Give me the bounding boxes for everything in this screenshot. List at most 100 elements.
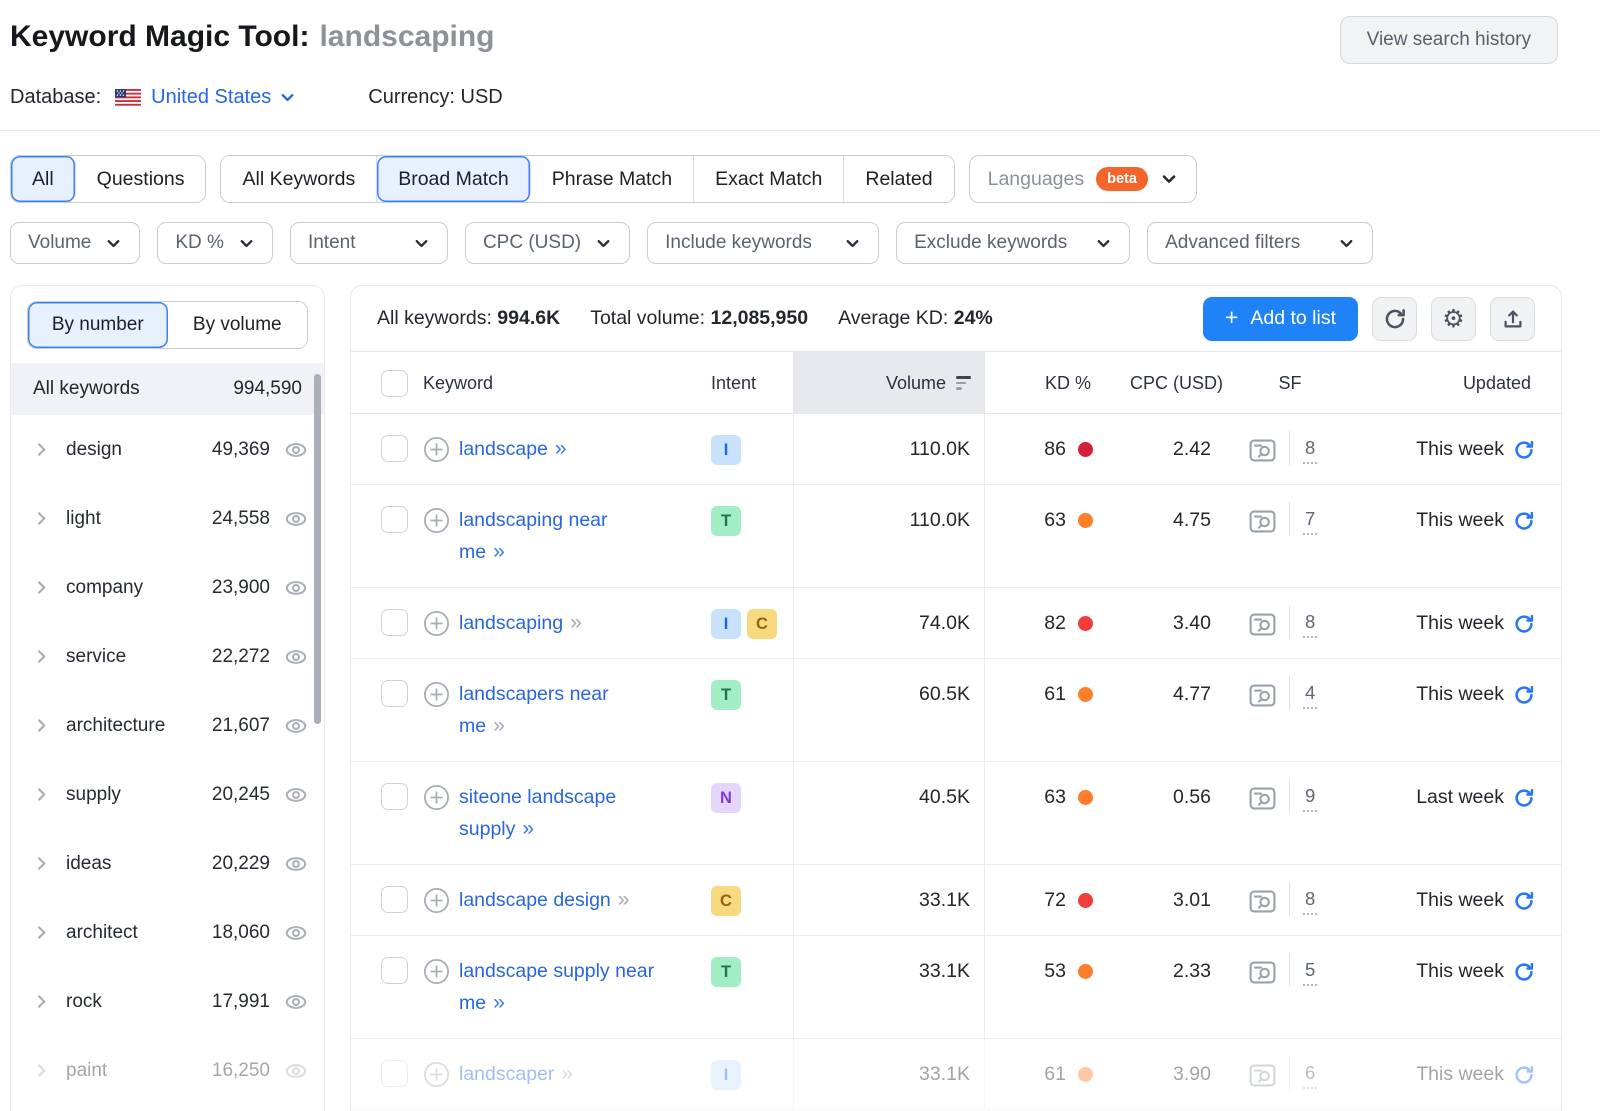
keyword-group-row[interactable]: supply 20,245	[11, 760, 324, 829]
eye-icon[interactable]	[284, 921, 308, 945]
sf-count[interactable]: 4	[1303, 682, 1317, 709]
refresh-button[interactable]	[1372, 297, 1417, 341]
keyword-link[interactable]: siteone landscape supply	[459, 786, 616, 840]
eye-icon[interactable]	[284, 783, 308, 807]
refresh-keyword-icon[interactable]	[1513, 961, 1535, 983]
sf-count[interactable]: 8	[1303, 437, 1317, 464]
column-header-sf[interactable]: SF	[1235, 352, 1345, 414]
refresh-keyword-icon[interactable]	[1513, 787, 1535, 809]
intent-filter[interactable]: Intent	[290, 222, 448, 264]
keyword-group-row[interactable]: design 49,369	[11, 415, 324, 484]
advanced-filters[interactable]: Advanced filters	[1147, 222, 1373, 264]
tab-exact-match[interactable]: Exact Match	[694, 156, 844, 202]
eye-icon[interactable]	[284, 1059, 308, 1083]
serp-features-icon[interactable]	[1249, 786, 1276, 811]
keyword-group-row[interactable]: company 23,900	[11, 553, 324, 622]
eye-icon[interactable]	[284, 507, 308, 531]
add-keyword-icon[interactable]	[423, 958, 450, 985]
column-header-keyword[interactable]: Keyword	[423, 352, 709, 414]
serp-features-icon[interactable]	[1249, 960, 1276, 985]
eye-icon[interactable]	[284, 852, 308, 876]
add-keyword-icon[interactable]	[423, 1061, 450, 1088]
chevron-right-icon[interactable]	[33, 924, 50, 941]
row-checkbox[interactable]	[381, 783, 408, 810]
keyword-group-row[interactable]: paint 16,250	[11, 1036, 324, 1105]
tab-by-volume[interactable]: By volume	[168, 302, 308, 348]
expand-keyword-icon[interactable]: »	[561, 1062, 572, 1085]
expand-keyword-icon[interactable]: »	[493, 540, 504, 563]
row-checkbox[interactable]	[381, 886, 408, 913]
expand-keyword-icon[interactable]: »	[555, 437, 566, 460]
add-keyword-icon[interactable]	[423, 887, 450, 914]
column-header-cpc[interactable]: CPC (USD)	[1107, 352, 1235, 414]
keyword-link[interactable]: landscaper	[459, 1063, 554, 1085]
tab-broad-match[interactable]: Broad Match	[377, 156, 531, 202]
refresh-keyword-icon[interactable]	[1513, 613, 1535, 635]
view-search-history-button[interactable]: View search history	[1340, 16, 1558, 64]
eye-icon[interactable]	[284, 645, 308, 669]
chevron-right-icon[interactable]	[33, 441, 50, 458]
eye-icon[interactable]	[284, 990, 308, 1014]
chevron-right-icon[interactable]	[33, 855, 50, 872]
row-checkbox[interactable]	[381, 957, 408, 984]
row-checkbox[interactable]	[381, 435, 408, 462]
include-keywords-filter[interactable]: Include keywords	[647, 222, 879, 264]
keyword-group-row[interactable]: rock 17,991	[11, 967, 324, 1036]
refresh-keyword-icon[interactable]	[1513, 684, 1535, 706]
sf-count[interactable]: 6	[1303, 1062, 1317, 1089]
settings-gear-button[interactable]: ⚙	[1431, 297, 1476, 341]
sidebar-scrollbar[interactable]	[314, 374, 321, 724]
keyword-group-row[interactable]: light 24,558	[11, 484, 324, 553]
keyword-group-row[interactable]: architect 18,060	[11, 898, 324, 967]
keyword-group-row[interactable]: ideas 20,229	[11, 829, 324, 898]
sf-count[interactable]: 9	[1303, 785, 1317, 812]
add-keyword-icon[interactable]	[423, 681, 450, 708]
sf-count[interactable]: 8	[1303, 611, 1317, 638]
expand-keyword-icon[interactable]: »	[570, 611, 581, 634]
keyword-link[interactable]: landscape supply near me	[459, 960, 654, 1014]
serp-features-icon[interactable]	[1249, 509, 1276, 534]
add-to-list-button[interactable]: + Add to list	[1203, 297, 1358, 341]
chevron-right-icon[interactable]	[33, 717, 50, 734]
chevron-right-icon[interactable]	[33, 579, 50, 596]
select-all-checkbox[interactable]	[381, 370, 408, 397]
expand-keyword-icon[interactable]: »	[493, 714, 504, 737]
keyword-link[interactable]: landscapers near me	[459, 683, 609, 737]
serp-features-icon[interactable]	[1249, 1063, 1276, 1088]
add-keyword-icon[interactable]	[423, 784, 450, 811]
serp-features-icon[interactable]	[1249, 438, 1276, 463]
tab-questions[interactable]: Questions	[76, 156, 206, 202]
row-checkbox[interactable]	[381, 1060, 408, 1087]
volume-filter[interactable]: Volume	[10, 222, 140, 264]
tab-all-keywords[interactable]: All Keywords	[221, 156, 377, 202]
row-checkbox[interactable]	[381, 609, 408, 636]
sf-count[interactable]: 5	[1303, 959, 1317, 986]
row-checkbox[interactable]	[381, 506, 408, 533]
expand-keyword-icon[interactable]: »	[522, 817, 533, 840]
serp-features-icon[interactable]	[1249, 889, 1276, 914]
chevron-right-icon[interactable]	[33, 648, 50, 665]
tab-by-number[interactable]: By number	[28, 302, 168, 348]
keyword-group-row[interactable]: service 22,272	[11, 622, 324, 691]
expand-keyword-icon[interactable]: »	[618, 888, 629, 911]
keyword-group-row[interactable]: architecture 21,607	[11, 691, 324, 760]
column-header-volume[interactable]: Volume	[793, 352, 985, 414]
kd-filter[interactable]: KD %	[157, 222, 273, 264]
refresh-keyword-icon[interactable]	[1513, 1064, 1535, 1086]
export-button[interactable]	[1490, 297, 1535, 341]
sf-count[interactable]: 7	[1303, 508, 1317, 535]
add-keyword-icon[interactable]	[423, 436, 450, 463]
add-keyword-icon[interactable]	[423, 507, 450, 534]
serp-features-icon[interactable]	[1249, 683, 1276, 708]
sf-count[interactable]: 8	[1303, 888, 1317, 915]
tab-all[interactable]: All	[11, 156, 76, 202]
column-header-kd[interactable]: KD %	[985, 352, 1107, 414]
serp-features-icon[interactable]	[1249, 612, 1276, 637]
eye-icon[interactable]	[284, 714, 308, 738]
column-header-updated[interactable]: Updated	[1345, 352, 1561, 414]
keyword-link[interactable]: landscaping	[459, 612, 563, 634]
keyword-link[interactable]: landscape	[459, 438, 548, 460]
chevron-right-icon[interactable]	[33, 1062, 50, 1079]
tab-related[interactable]: Related	[844, 156, 953, 202]
chevron-right-icon[interactable]	[33, 993, 50, 1010]
